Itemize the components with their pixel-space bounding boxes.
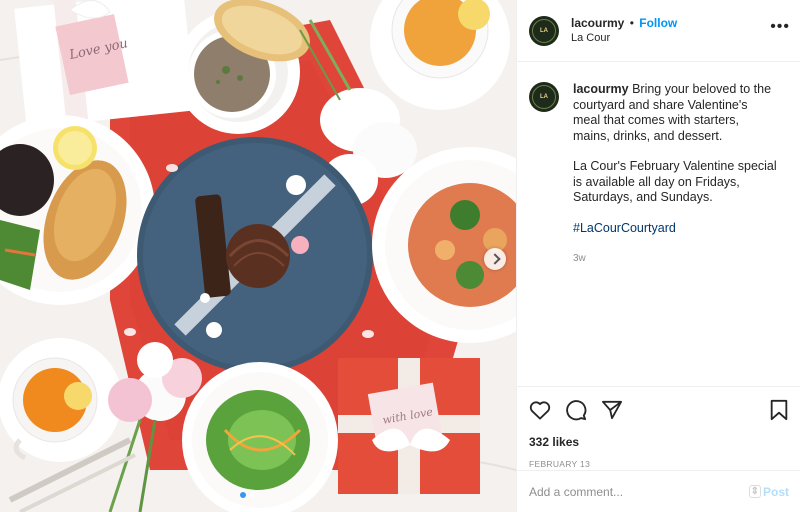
dessert-blue-plate <box>137 137 373 373</box>
spell-check-icon: ⇕ <box>748 485 761 498</box>
action-bar: 332 likes FEBRUARY 13 <box>517 386 800 469</box>
caption-timestamp[interactable]: 3w <box>573 251 777 267</box>
post-date[interactable]: FEBRUARY 13 <box>529 459 789 469</box>
comment-icon[interactable] <box>565 399 587 421</box>
carousel-next-button[interactable] <box>484 248 506 270</box>
post-header: LA lacourmy • Follow La Cour ••• <box>517 0 800 62</box>
heart-icon[interactable] <box>529 400 551 420</box>
food-flatlay-image: Love you with love <box>0 0 516 512</box>
avatar[interactable]: LA <box>529 15 559 46</box>
post-photo[interactable]: Love you with love <box>0 0 516 512</box>
gift-box-bottom-right: with love <box>338 358 480 494</box>
caption-paragraph-2: La Cour's February Valentine special is … <box>573 159 777 204</box>
salad-plate <box>182 362 338 512</box>
hashtag-link[interactable]: #LaCourCourtyard <box>573 221 676 235</box>
caption-username[interactable]: lacourmy <box>573 82 629 96</box>
paper-plane-icon[interactable] <box>601 400 623 420</box>
gift-box-top-left: Love you <box>14 0 196 129</box>
bookmark-icon[interactable] <box>769 399 789 421</box>
caption-avatar[interactable]: LA <box>529 82 559 112</box>
post-button-label: Post <box>762 484 789 499</box>
more-options-icon[interactable]: ••• <box>770 19 790 35</box>
avatar-logo-icon: LA <box>532 18 556 43</box>
carousel-dot-active <box>240 492 246 498</box>
location-link[interactable]: La Cour <box>571 31 677 46</box>
comment-bar: ⇕ Post <box>517 470 800 512</box>
tea-cup-bottom <box>0 338 122 462</box>
carousel-dot <box>250 492 256 498</box>
caption: LA lacourmy Bring your beloved to the co… <box>517 62 800 388</box>
comment-input[interactable] <box>529 484 749 499</box>
follow-button[interactable]: Follow <box>639 16 677 30</box>
post-comment-button[interactable]: ⇕ Post <box>748 484 789 499</box>
header-username[interactable]: lacourmy <box>571 16 624 30</box>
separator-dot: • <box>629 15 634 30</box>
avatar-logo-icon: LA <box>532 85 556 109</box>
post-details-panel: LA lacourmy • Follow La Cour ••• LA laco… <box>516 0 800 512</box>
likes-count[interactable]: 332 likes <box>529 435 789 449</box>
carousel-dots <box>240 492 256 498</box>
